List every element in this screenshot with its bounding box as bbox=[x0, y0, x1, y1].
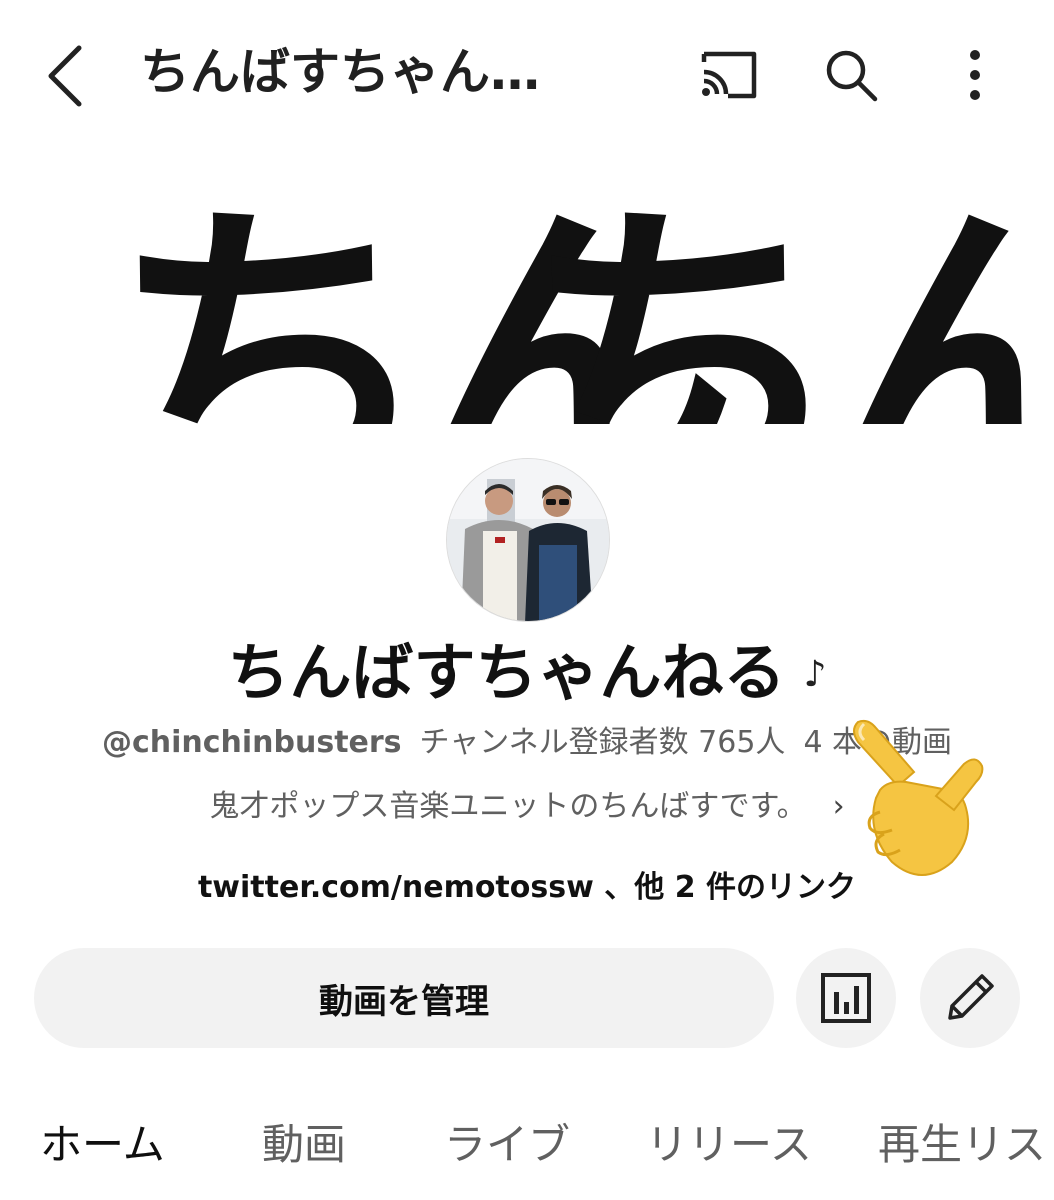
tab-home[interactable]: ホーム bbox=[40, 1110, 165, 1180]
manage-videos-button[interactable]: 動画を管理 bbox=[34, 948, 774, 1048]
pointing-hand-icon bbox=[853, 719, 984, 876]
channel-banner: ちん ちん bbox=[0, 148, 1054, 424]
channel-avatar[interactable] bbox=[446, 458, 610, 622]
channel-tabs: ホーム 動画 ライブ リリース 再生リス bbox=[0, 1110, 1054, 1180]
tab-videos[interactable]: 動画 bbox=[262, 1110, 346, 1180]
cast-icon bbox=[701, 51, 757, 99]
channel-page: ちんばすちゃん… ちん ちん ちんばすちゃんねる ♪ @chinchinbust… bbox=[0, 0, 1054, 1200]
channel-name: ちんばすちゃんねる bbox=[227, 636, 786, 709]
chevron-left-icon bbox=[48, 45, 82, 107]
page-title: ちんばすちゃん… bbox=[140, 43, 540, 101]
banner-text-right: ちん bbox=[520, 172, 1054, 424]
pencil-icon bbox=[948, 974, 994, 1020]
tab-live[interactable]: ライブ bbox=[444, 1110, 570, 1180]
edit-channel-button[interactable] bbox=[920, 948, 1020, 1048]
channel-handle: @chinchinbusters bbox=[101, 725, 402, 760]
description-text: 鬼才ポップス音楽ユニットのちんばすです。 bbox=[209, 789, 807, 824]
tab-releases[interactable]: リリース bbox=[646, 1110, 812, 1180]
music-note-icon: ♪ bbox=[803, 654, 827, 695]
analytics-button[interactable] bbox=[796, 948, 896, 1048]
back-button[interactable] bbox=[30, 36, 100, 116]
more-vertical-icon bbox=[970, 50, 980, 100]
analytics-icon bbox=[821, 973, 871, 1023]
top-app-bar: ちんばすちゃん… bbox=[0, 0, 1054, 145]
banner-artwork: ちん ちん bbox=[108, 172, 1054, 424]
search-button[interactable] bbox=[816, 40, 886, 110]
channel-name-row: ちんばすちゃんねる ♪ bbox=[0, 630, 1054, 718]
search-icon bbox=[826, 50, 878, 102]
tab-playlists[interactable]: 再生リス bbox=[878, 1110, 1046, 1180]
cast-button[interactable] bbox=[694, 40, 764, 110]
more-options-button[interactable] bbox=[940, 40, 1010, 110]
subscriber-count: チャンネル登録者数 765人 bbox=[419, 725, 786, 760]
avatar-photo bbox=[447, 459, 609, 621]
